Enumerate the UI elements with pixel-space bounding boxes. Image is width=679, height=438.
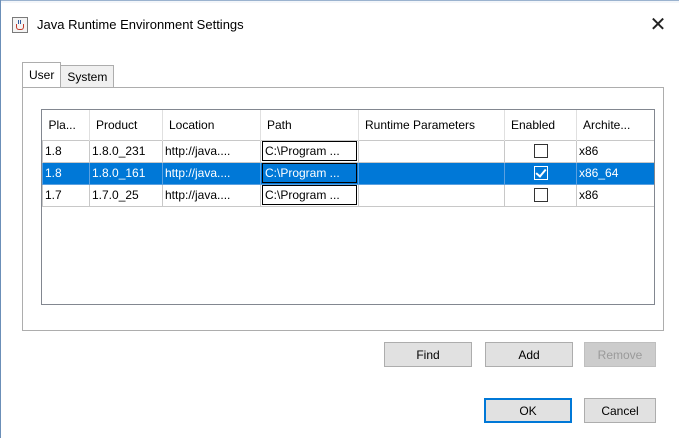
cell-runtime-parameters[interactable]: [358, 183, 505, 207]
cell-location[interactable]: http://java....: [162, 183, 261, 207]
cancel-button[interactable]: Cancel: [584, 398, 656, 423]
cell-architecture[interactable]: x86: [576, 183, 654, 207]
java-cup-icon: [12, 17, 28, 33]
enabled-checkbox[interactable]: [533, 188, 548, 203]
cell-runtime-parameters[interactable]: [358, 139, 505, 163]
cell-enabled[interactable]: [504, 161, 577, 185]
ok-button[interactable]: OK: [484, 398, 572, 423]
cell-path[interactable]: C:\Program ...: [260, 183, 359, 207]
column-header-architecture[interactable]: Archite...: [576, 110, 654, 140]
column-header-location[interactable]: Location: [162, 110, 261, 140]
cell-path[interactable]: C:\Program ...: [260, 139, 359, 163]
tab-strip: User System: [22, 62, 115, 87]
jre-table[interactable]: Pla... Product Location Path Runtime Par…: [41, 109, 655, 305]
path-field[interactable]: C:\Program ...: [262, 185, 357, 205]
table-row-selected[interactable]: 1.8 1.8.0_161 http://java.... C:\Program…: [42, 161, 654, 185]
cell-product[interactable]: 1.7.0_25: [89, 183, 163, 207]
path-field[interactable]: C:\Program ...: [262, 141, 357, 161]
jre-settings-dialog: Java Runtime Environment Settings ✕ User…: [0, 0, 679, 438]
window-title: Java Runtime Environment Settings: [37, 17, 244, 32]
cell-platform[interactable]: 1.7: [42, 183, 90, 207]
cell-enabled[interactable]: [504, 183, 577, 207]
cell-platform[interactable]: 1.8: [42, 161, 90, 185]
cell-product[interactable]: 1.8.0_161: [89, 161, 163, 185]
column-header-platform[interactable]: Pla...: [42, 110, 90, 140]
table-row[interactable]: 1.7 1.7.0_25 http://java.... C:\Program …: [42, 183, 654, 207]
table-header-row: Pla... Product Location Path Runtime Par…: [42, 110, 654, 140]
title-bar[interactable]: Java Runtime Environment Settings ✕: [1, 3, 679, 43]
tab-panel-user: Pla... Product Location Path Runtime Par…: [22, 87, 664, 331]
cell-location[interactable]: http://java....: [162, 161, 261, 185]
cell-architecture[interactable]: x86_64: [576, 161, 654, 185]
column-header-product[interactable]: Product: [89, 110, 163, 140]
checkmark-icon: [534, 166, 547, 179]
cell-architecture[interactable]: x86: [576, 139, 654, 163]
path-field[interactable]: C:\Program ...: [262, 163, 357, 183]
tab-system[interactable]: System: [60, 65, 115, 87]
remove-button[interactable]: Remove: [584, 342, 656, 367]
tab-user[interactable]: User: [22, 62, 62, 87]
cell-location[interactable]: http://java....: [162, 139, 261, 163]
dialog-content: User System Pla... Product Location Path…: [2, 43, 679, 438]
table-row[interactable]: 1.8 1.8.0_231 http://java.... C:\Program…: [42, 139, 654, 163]
enabled-checkbox-checked[interactable]: [533, 166, 548, 181]
cell-product[interactable]: 1.8.0_231: [89, 139, 163, 163]
cell-platform[interactable]: 1.8: [42, 139, 90, 163]
close-icon[interactable]: ✕: [636, 6, 679, 42]
column-header-enabled[interactable]: Enabled: [504, 110, 577, 140]
find-button[interactable]: Find: [384, 342, 472, 367]
column-header-runtime-parameters[interactable]: Runtime Parameters: [358, 110, 505, 140]
cell-enabled[interactable]: [504, 139, 577, 163]
add-button[interactable]: Add: [485, 342, 573, 367]
cell-runtime-parameters[interactable]: [358, 161, 505, 185]
column-header-path[interactable]: Path: [260, 110, 359, 140]
cell-path[interactable]: C:\Program ...: [260, 161, 359, 185]
enabled-checkbox[interactable]: [533, 144, 548, 159]
